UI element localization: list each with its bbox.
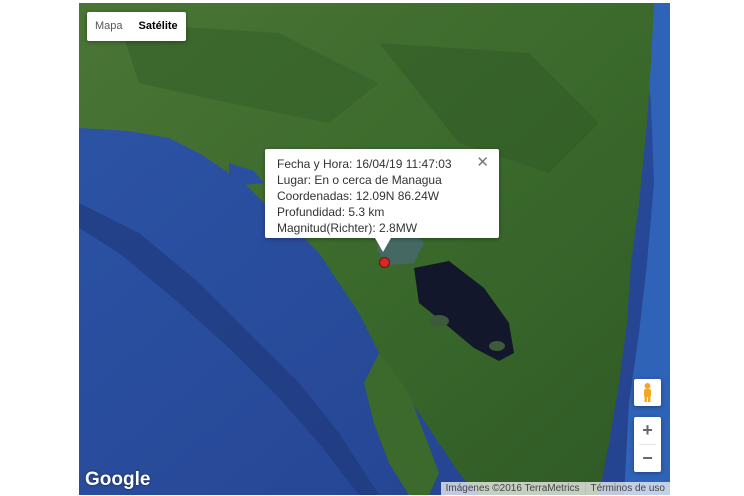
google-logo[interactable]: Google (85, 469, 150, 491)
imagery-credit: Imágenes ©2016 TerraMetrics (440, 482, 585, 495)
zoom-out-button[interactable]: − (634, 445, 661, 472)
pegman-icon[interactable] (634, 379, 661, 406)
info-window: Fecha y Hora: 16/04/19 11:47:03 Lugar: E… (265, 149, 499, 238)
terms-link[interactable]: Términos de uso (584, 482, 670, 495)
info-window-pointer (375, 238, 391, 252)
info-magnitude: Magnitud(Richter): 2.8MW (277, 221, 418, 235)
info-coordinates: Coordenadas: 12.09N 86.24W (277, 189, 440, 203)
map-pin-icon[interactable] (379, 257, 390, 268)
close-icon[interactable]: ✕ (476, 155, 489, 171)
attribution-bar: Imágenes ©2016 TerraMetrics Términos de … (440, 482, 670, 495)
info-location: Lugar: En o cerca de Managua (277, 173, 442, 187)
info-depth: Profundidad: 5.3 km (277, 205, 385, 219)
map-type-satelite[interactable]: Satélite (131, 12, 186, 41)
map-type-control: Mapa Satélite (87, 12, 186, 41)
info-date-time: Fecha y Hora: 16/04/19 11:47:03 (277, 157, 452, 171)
zoom-in-button[interactable]: + (634, 417, 661, 444)
map-type-mapa[interactable]: Mapa (87, 12, 131, 41)
map-canvas[interactable]: Mapa Satélite Fecha y Hora: 16/04/19 11:… (79, 3, 670, 495)
zoom-control: + − (634, 417, 661, 472)
